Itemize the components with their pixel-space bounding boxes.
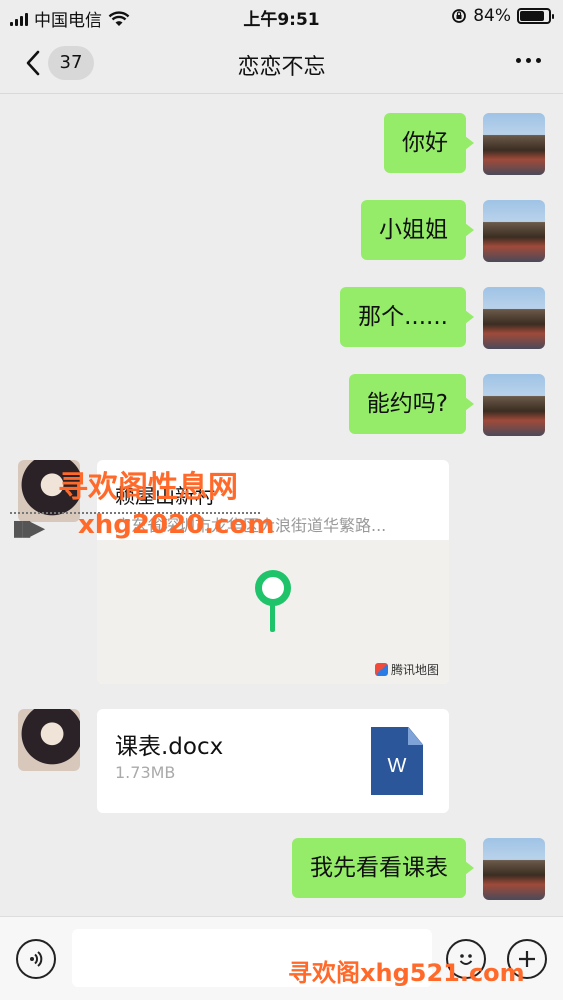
message-bubble[interactable]: 你好 [384, 113, 474, 173]
location-map: 腾讯地图 [97, 540, 449, 684]
voice-toggle-button[interactable] [16, 939, 56, 979]
rotation-lock-icon [452, 9, 467, 23]
arrow-icon: ▮▮▶ [12, 516, 45, 541]
map-brand-label: 腾讯地图 [390, 663, 439, 677]
my-avatar[interactable] [483, 838, 545, 900]
message-bubble[interactable]: 那个...... [340, 287, 474, 347]
my-avatar[interactable] [483, 200, 545, 262]
battery-percent: 84% [473, 6, 511, 26]
file-size: 1.73MB [115, 763, 176, 782]
chat-title: 恋恋不忘 [237, 55, 326, 80]
message-bubble[interactable]: 我先看看课表 [292, 838, 474, 898]
watermark-text: 寻欢阁性息网 [58, 470, 238, 505]
my-avatar[interactable] [483, 113, 545, 175]
word-icon-letter: W [387, 755, 407, 777]
my-avatar[interactable] [483, 287, 545, 349]
message-bubble[interactable]: 能约吗? [348, 374, 475, 434]
message-bubble[interactable]: 小姐姐 [361, 200, 474, 260]
watermark-url: xhg2020.com [78, 510, 275, 540]
status-bar: 中国电信 上午9:51 84% [0, 0, 563, 34]
more-options-icon[interactable] [516, 58, 541, 63]
tencent-map-icon [374, 663, 388, 676]
watermark-footer: 寻欢阁xhg521.com [288, 959, 525, 987]
map-brand: 腾讯地图 [374, 661, 439, 678]
contact-avatar[interactable] [18, 709, 80, 771]
file-card[interactable]: 课表.docx 1.73MB W [97, 709, 449, 813]
my-avatar[interactable] [483, 374, 545, 436]
chat-header: 37 恋恋不忘 [0, 34, 563, 94]
map-pin-stem [270, 604, 275, 632]
input-bar: 寻欢阁xhg521.com [0, 916, 563, 1000]
file-name: 课表.docx [115, 734, 224, 760]
battery-icon [517, 8, 554, 24]
voice-icon [30, 951, 43, 967]
map-pin-icon [255, 570, 291, 606]
